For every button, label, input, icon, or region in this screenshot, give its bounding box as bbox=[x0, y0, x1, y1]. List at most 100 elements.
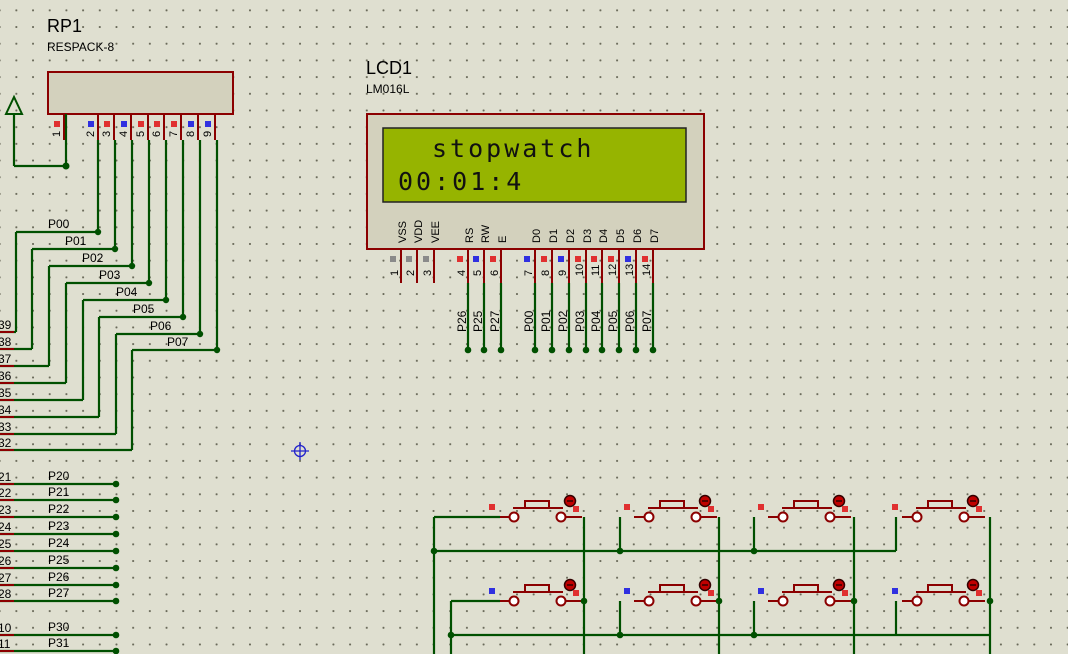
pin-state-marker bbox=[541, 256, 547, 262]
mcu-pin-number: 38 bbox=[0, 335, 12, 349]
pin-state-marker bbox=[88, 121, 94, 127]
pin-state-marker bbox=[154, 121, 160, 127]
push-button[interactable] bbox=[624, 578, 717, 607]
mcu-pin-number: 33 bbox=[0, 420, 12, 434]
net-label: P26 bbox=[48, 570, 70, 584]
pin-state-marker bbox=[457, 256, 463, 262]
pin-state-marker bbox=[524, 256, 530, 262]
net-label: P22 bbox=[48, 502, 70, 516]
net-label: P03 bbox=[99, 268, 121, 282]
rp1-pin-number: 9 bbox=[202, 131, 214, 137]
lcd-pin-number: 4 bbox=[456, 270, 468, 276]
push-button[interactable] bbox=[624, 494, 717, 523]
lcd-pin-number: 13 bbox=[624, 264, 636, 276]
net-label: P06 bbox=[623, 310, 637, 332]
net-label: P07 bbox=[640, 310, 654, 332]
net-label: P02 bbox=[556, 310, 570, 332]
net-label: P06 bbox=[150, 319, 172, 333]
lcd-pin-name: D1 bbox=[548, 229, 560, 243]
rp1-body[interactable] bbox=[47, 71, 234, 115]
schematic-canvas[interactable]: RP1 RESPACK-8 123456789 P00P01P02P03P04P… bbox=[0, 0, 1068, 654]
lcd-pin-number: 10 bbox=[574, 264, 586, 276]
mcu-pin-number: 11 bbox=[0, 637, 11, 651]
lcd-pin-number: 5 bbox=[472, 270, 484, 276]
net-label: P02 bbox=[82, 251, 104, 265]
rp1-pin-number: 5 bbox=[135, 131, 147, 137]
net-label: P31 bbox=[48, 636, 70, 650]
rp1-net-wires: P00 P01 P02 P03 P04 P05 P06 P07 bbox=[48, 140, 221, 354]
push-button[interactable] bbox=[489, 578, 582, 607]
pin-state-marker bbox=[54, 121, 60, 127]
port2-wires: P20 21 P21 22 P22 23 P23 24 P24 25 P25 26 P26 27 P27 28 bbox=[0, 469, 120, 605]
pin-state-marker bbox=[188, 121, 194, 127]
push-button[interactable] bbox=[758, 578, 851, 607]
pin-state-marker bbox=[205, 121, 211, 127]
rp1-pins: 1 23456789 bbox=[51, 114, 216, 140]
rp1-pin-number: 7 bbox=[168, 131, 180, 137]
pin-state-marker bbox=[642, 256, 648, 262]
lcd-pin-name: VDD bbox=[413, 220, 425, 243]
net-label: P00 bbox=[48, 217, 70, 231]
mcu-pin-number: 23 bbox=[0, 503, 12, 517]
lcd-ref: LCD1 bbox=[366, 58, 412, 78]
net-label: P21 bbox=[48, 485, 70, 499]
mcu-pin-number: 26 bbox=[0, 554, 12, 568]
pin-state-marker bbox=[473, 256, 479, 262]
pin-state-marker bbox=[490, 256, 496, 262]
net-label: P23 bbox=[48, 519, 70, 533]
push-button[interactable] bbox=[892, 494, 985, 523]
mcu-pin-number: 27 bbox=[0, 571, 12, 585]
lcd-pin-name: D6 bbox=[632, 229, 644, 243]
lcd-pin-name: RW bbox=[480, 224, 492, 243]
lcd-pin-number: 14 bbox=[641, 264, 653, 276]
net-label: P01 bbox=[65, 234, 87, 248]
net-label: P05 bbox=[133, 302, 155, 316]
lcd-pin-name: VSS bbox=[397, 221, 409, 243]
net-label: P25 bbox=[48, 553, 70, 567]
net-label: P20 bbox=[48, 469, 70, 483]
push-button[interactable] bbox=[758, 494, 851, 523]
pin-state-marker bbox=[423, 256, 429, 262]
net-label: P25 bbox=[471, 310, 485, 332]
lcd-pin-number: 7 bbox=[523, 270, 535, 276]
pin-state-marker bbox=[608, 256, 614, 262]
keypad-matrix bbox=[430, 494, 994, 654]
mcu-pin-number: 24 bbox=[0, 520, 12, 534]
mcu-pin-number: 35 bbox=[0, 386, 12, 400]
net-label: P04 bbox=[116, 285, 138, 299]
mcu-pin-number: 25 bbox=[0, 537, 12, 551]
net-label: P07 bbox=[167, 335, 189, 349]
mcu-pin-number: 39 bbox=[0, 318, 12, 332]
lcd-pin-number: 2 bbox=[405, 270, 417, 276]
lcd-pin-number: 8 bbox=[540, 270, 552, 276]
push-button[interactable] bbox=[489, 494, 582, 523]
lcd-pin-name: D2 bbox=[565, 229, 577, 243]
lcd-line1: stopwatch bbox=[432, 134, 594, 163]
lcd-pin-name: D4 bbox=[598, 229, 610, 243]
lcd-pin-name: D7 bbox=[649, 229, 661, 243]
lcd-pin-name: VEE bbox=[430, 221, 442, 243]
pin-state-marker bbox=[575, 256, 581, 262]
pin-state-marker bbox=[138, 121, 144, 127]
pin-state-marker bbox=[121, 121, 127, 127]
lcd-value: LM016L bbox=[366, 82, 410, 96]
mcu-pin-number: 36 bbox=[0, 369, 12, 383]
rp1-pin-number: 3 bbox=[101, 131, 113, 137]
pin-state-marker bbox=[406, 256, 412, 262]
lcd-pin-name: D0 bbox=[531, 229, 543, 243]
lcd-pin-number: 12 bbox=[607, 264, 619, 276]
lcd-pin-number: 1 bbox=[389, 270, 401, 276]
lcd-pin-name: D5 bbox=[615, 229, 627, 243]
net-label: P03 bbox=[573, 310, 587, 332]
push-button[interactable] bbox=[892, 578, 985, 607]
lcd-pin-name: D3 bbox=[582, 229, 594, 243]
net-label: P30 bbox=[48, 620, 70, 634]
mcu-pin-number: 32 bbox=[0, 436, 12, 450]
pin-state-marker bbox=[625, 256, 631, 262]
lcd-pin-number: 3 bbox=[422, 270, 434, 276]
net-label: P27 bbox=[48, 586, 70, 600]
lcd-pin-number: 9 bbox=[557, 270, 569, 276]
crosshair-cursor-icon bbox=[291, 442, 309, 460]
pin-state-marker bbox=[591, 256, 597, 262]
lcd-pin-number: 11 bbox=[590, 265, 602, 276]
